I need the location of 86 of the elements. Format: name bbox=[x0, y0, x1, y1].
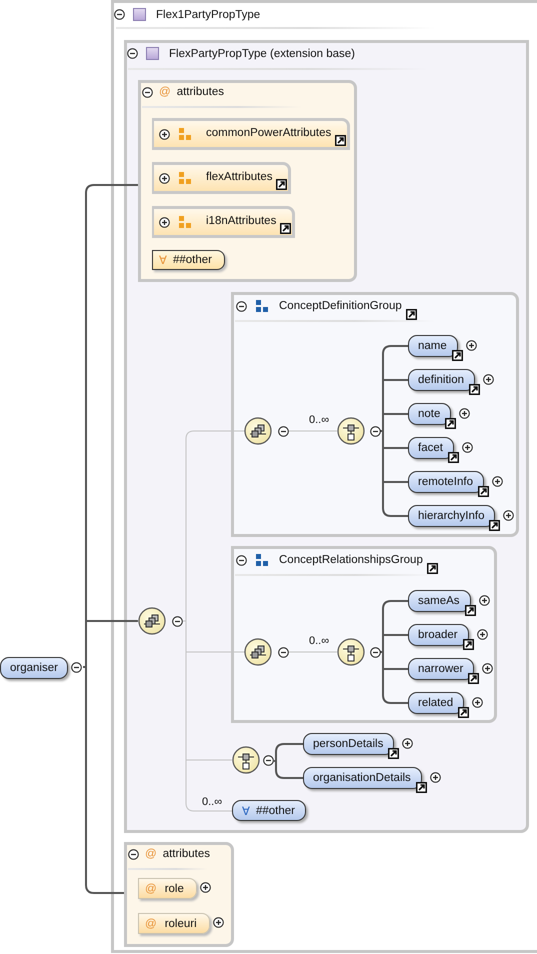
shortcut-arrow-icon[interactable] bbox=[464, 605, 476, 616]
shortcut-arrow-icon[interactable] bbox=[388, 748, 400, 759]
shortcut-arrow-icon[interactable] bbox=[335, 135, 346, 146]
shortcut-arrow-icon[interactable] bbox=[458, 707, 470, 718]
shortcut-arrow-icon[interactable] bbox=[489, 520, 500, 531]
element-node[interactable]: name bbox=[408, 335, 458, 357]
collapse-icon[interactable] bbox=[127, 48, 138, 59]
group-title: ConceptRelationshipsGroup bbox=[279, 554, 423, 566]
at-sign-icon: @ bbox=[145, 918, 157, 930]
collapse-icon[interactable] bbox=[278, 647, 289, 658]
occurrence-label: 0..∞ bbox=[309, 635, 330, 647]
attribute-node[interactable]: @ role bbox=[138, 878, 197, 899]
squares-icon bbox=[255, 553, 269, 567]
stacked-squares-icon[interactable] bbox=[244, 417, 272, 445]
shortcut-arrow-icon[interactable] bbox=[416, 782, 427, 793]
expand-icon[interactable] bbox=[159, 216, 170, 228]
attributes-title: attributes bbox=[176, 86, 224, 98]
square-icon bbox=[133, 8, 146, 21]
for-all-icon: ∀ bbox=[159, 253, 167, 267]
type-title: Flex1PartyPropType bbox=[156, 8, 260, 20]
squares-icon bbox=[255, 299, 269, 313]
attribute-group-node[interactable]: commonPowerAttributes bbox=[152, 118, 350, 150]
squares-icon bbox=[178, 215, 192, 229]
branch-squares-icon[interactable] bbox=[232, 746, 260, 774]
shortcut-arrow-icon[interactable] bbox=[406, 309, 417, 320]
shortcut-arrow-icon[interactable] bbox=[452, 350, 463, 361]
shortcut-arrow-icon[interactable] bbox=[469, 384, 480, 395]
squares-icon bbox=[178, 171, 192, 185]
shortcut-arrow-icon[interactable] bbox=[462, 639, 474, 650]
shortcut-arrow-icon[interactable] bbox=[280, 223, 292, 234]
element-node[interactable]: hierarchyInfo bbox=[408, 505, 496, 527]
wildcard-node[interactable]: ∀ ##other bbox=[152, 250, 226, 270]
expand-icon[interactable] bbox=[159, 172, 170, 184]
branch-squares-icon[interactable] bbox=[337, 417, 365, 445]
wildcard-node[interactable]: ∀ ##other bbox=[232, 800, 306, 821]
collapse-icon[interactable] bbox=[370, 647, 381, 658]
element-node[interactable]: organisationDetails bbox=[303, 767, 422, 789]
attribute-name: roleuri bbox=[164, 918, 197, 930]
square-icon bbox=[146, 47, 159, 60]
at-sign-icon: @ bbox=[145, 882, 157, 894]
at-sign-icon: @ bbox=[159, 86, 171, 98]
attribute-group-name: flexAttributes bbox=[206, 171, 272, 183]
shortcut-arrow-icon[interactable] bbox=[445, 418, 456, 429]
occurrence-label: 0..∞ bbox=[202, 796, 222, 808]
attribute-group-name: i18nAttributes bbox=[206, 215, 276, 227]
expand-icon[interactable] bbox=[159, 128, 170, 140]
stacked-squares-icon[interactable] bbox=[138, 607, 166, 635]
shortcut-arrow-icon[interactable] bbox=[468, 673, 480, 684]
element-node[interactable]: broader bbox=[408, 624, 469, 646]
element-node[interactable]: remoteInfo bbox=[408, 471, 484, 493]
collapse-icon[interactable] bbox=[263, 755, 274, 766]
element-node[interactable]: related bbox=[408, 692, 464, 714]
element-node[interactable]: definition bbox=[408, 369, 476, 391]
shortcut-arrow-icon[interactable] bbox=[276, 179, 288, 190]
element-node[interactable]: facet bbox=[408, 437, 454, 459]
element-node[interactable]: sameAs bbox=[408, 590, 471, 612]
attribute-group-node[interactable]: flexAttributes bbox=[152, 162, 292, 194]
for-all-icon: ∀ bbox=[242, 804, 250, 818]
element-node[interactable]: organiser bbox=[0, 657, 68, 679]
attribute-group-node[interactable]: i18nAttributes bbox=[152, 206, 296, 238]
collapse-icon[interactable] bbox=[172, 616, 183, 627]
squares-icon bbox=[178, 127, 192, 141]
element-node[interactable]: note bbox=[408, 403, 452, 425]
attribute-name: role bbox=[164, 882, 184, 894]
wildcard-label: ##other bbox=[256, 804, 296, 816]
base-type-title: FlexPartyPropType (extension base) bbox=[169, 48, 356, 60]
attribute-group-name: commonPowerAttributes bbox=[206, 127, 332, 139]
shortcut-arrow-icon[interactable] bbox=[448, 452, 459, 463]
expand-icon[interactable] bbox=[200, 882, 211, 893]
stacked-squares-icon[interactable] bbox=[244, 638, 272, 666]
attribute-node[interactable]: @ roleuri bbox=[138, 913, 210, 934]
expand-icon[interactable] bbox=[212, 917, 224, 928]
branch-squares-icon[interactable] bbox=[337, 638, 365, 666]
collapse-icon[interactable] bbox=[114, 9, 125, 20]
group-title: ConceptDefinitionGroup bbox=[279, 300, 402, 312]
collapse-icon[interactable] bbox=[370, 426, 381, 437]
element-node[interactable]: personDetails bbox=[303, 733, 394, 755]
at-sign-icon: @ bbox=[145, 848, 157, 860]
shortcut-arrow-icon[interactable] bbox=[478, 486, 489, 497]
element-node[interactable]: narrower bbox=[408, 658, 474, 680]
shortcut-arrow-icon[interactable] bbox=[426, 563, 438, 574]
occurrence-label: 0..∞ bbox=[309, 414, 330, 426]
attributes-title: attributes bbox=[162, 848, 210, 860]
collapse-icon[interactable] bbox=[70, 662, 82, 672]
wildcard-label: ##other bbox=[173, 254, 212, 266]
collapse-icon[interactable] bbox=[278, 426, 289, 437]
